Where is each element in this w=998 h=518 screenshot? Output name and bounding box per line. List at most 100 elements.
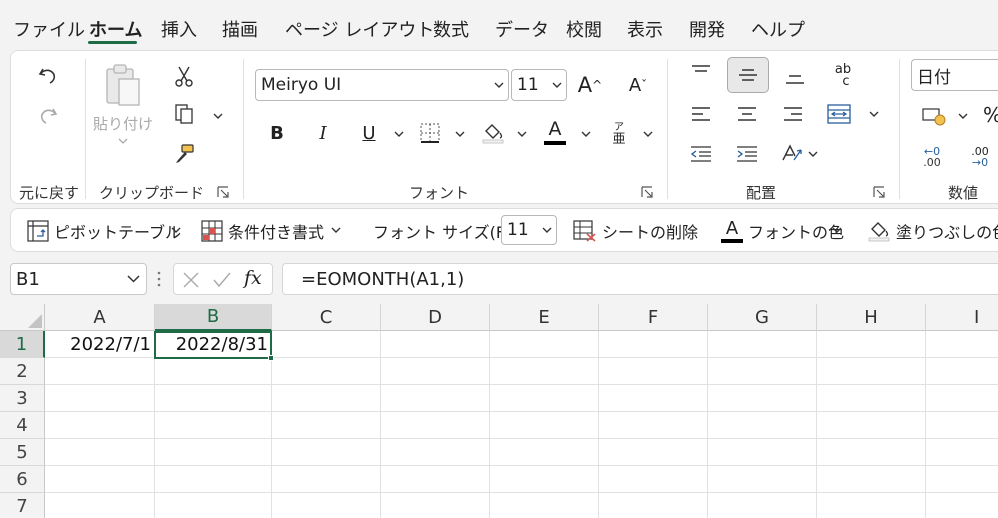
tab-formulas[interactable]: 数式 bbox=[433, 16, 469, 42]
cell-i7[interactable] bbox=[926, 493, 998, 518]
cell-g5[interactable] bbox=[708, 439, 817, 466]
align-left-button[interactable] bbox=[685, 101, 717, 127]
cell-h6[interactable] bbox=[817, 466, 926, 493]
font-color-dropdown-icon[interactable] bbox=[581, 131, 591, 138]
decrease-indent-button[interactable] bbox=[685, 141, 717, 167]
italic-button[interactable]: I bbox=[311, 119, 335, 147]
cell-g4[interactable] bbox=[708, 412, 817, 439]
grow-font-button[interactable]: A ^ bbox=[575, 69, 605, 101]
cell-i2[interactable] bbox=[926, 358, 998, 385]
underline-dropdown-icon[interactable] bbox=[394, 131, 404, 138]
pivot-table-dropdown-icon[interactable] bbox=[171, 227, 181, 234]
cell-f4[interactable] bbox=[599, 412, 708, 439]
phonetic-dropdown-icon[interactable] bbox=[643, 131, 653, 138]
cell-e6[interactable] bbox=[490, 466, 599, 493]
cell-i6[interactable] bbox=[926, 466, 998, 493]
cell-f2[interactable] bbox=[599, 358, 708, 385]
cell-a1[interactable]: 2022/7/1 bbox=[45, 331, 155, 358]
column-header-i[interactable]: I bbox=[926, 304, 998, 331]
cell-d1[interactable] bbox=[381, 331, 490, 358]
cell-f3[interactable] bbox=[599, 385, 708, 412]
cell-c4[interactable] bbox=[272, 412, 381, 439]
accounting-format-button[interactable] bbox=[919, 103, 949, 129]
merge-center-button[interactable] bbox=[823, 99, 855, 129]
font-size-select[interactable]: 11 bbox=[511, 69, 567, 101]
row-header-6[interactable]: 6 bbox=[0, 466, 45, 493]
column-header-a[interactable]: A bbox=[45, 304, 155, 331]
row-header-7[interactable]: 7 bbox=[0, 493, 45, 518]
cell-d3[interactable] bbox=[381, 385, 490, 412]
shrink-font-button[interactable]: Aˇ bbox=[623, 69, 653, 101]
row-header-3[interactable]: 3 bbox=[0, 385, 45, 412]
dialog-launcher-icon[interactable] bbox=[641, 186, 653, 198]
align-top-button[interactable] bbox=[685, 59, 717, 85]
merge-dropdown-icon[interactable] bbox=[869, 111, 879, 118]
copy-dropdown-icon[interactable] bbox=[213, 113, 223, 120]
accounting-dropdown-icon[interactable] bbox=[958, 113, 968, 120]
cell-g2[interactable] bbox=[708, 358, 817, 385]
cell-h5[interactable] bbox=[817, 439, 926, 466]
cell-c1[interactable] bbox=[272, 331, 381, 358]
cell-i1[interactable] bbox=[926, 331, 998, 358]
format-painter-button[interactable] bbox=[171, 141, 197, 167]
underline-button[interactable]: U bbox=[357, 119, 381, 147]
cell-d7[interactable] bbox=[381, 493, 490, 518]
increase-indent-button[interactable] bbox=[731, 141, 763, 167]
quick-font-color-button[interactable]: A フォントの色 bbox=[721, 209, 844, 253]
tab-file[interactable]: ファイル bbox=[13, 16, 85, 42]
row-header-1[interactable]: 1 bbox=[0, 331, 45, 358]
cell-e1[interactable] bbox=[490, 331, 599, 358]
cell-g1[interactable] bbox=[708, 331, 817, 358]
column-header-b[interactable]: B bbox=[155, 304, 272, 331]
tab-developer[interactable]: 開発 bbox=[689, 16, 725, 42]
cut-button[interactable] bbox=[171, 63, 197, 89]
cell-b1[interactable]: 2022/8/31 bbox=[155, 331, 272, 358]
align-right-button[interactable] bbox=[777, 101, 809, 127]
column-header-e[interactable]: E bbox=[490, 304, 599, 331]
insert-function-icon[interactable]: fx bbox=[244, 267, 262, 289]
cell-a6[interactable] bbox=[45, 466, 155, 493]
tab-draw[interactable]: 描画 bbox=[222, 16, 258, 42]
column-header-c[interactable]: C bbox=[272, 304, 381, 331]
pivot-table-button[interactable]: ピボットテーブル bbox=[27, 209, 181, 253]
cell-a2[interactable] bbox=[45, 358, 155, 385]
cancel-icon[interactable] bbox=[182, 271, 200, 289]
cell-g3[interactable] bbox=[708, 385, 817, 412]
align-bottom-button[interactable] bbox=[779, 65, 811, 91]
font-color-button[interactable]: A bbox=[541, 117, 569, 147]
copy-button[interactable] bbox=[171, 101, 197, 127]
increase-decimal-button[interactable]: ←0 .00 bbox=[917, 143, 947, 171]
cell-f1[interactable] bbox=[599, 331, 708, 358]
cell-e7[interactable] bbox=[490, 493, 599, 518]
row-header-4[interactable]: 4 bbox=[0, 412, 45, 439]
cell-e5[interactable] bbox=[490, 439, 599, 466]
font-name-select[interactable]: Meiryo UI bbox=[255, 69, 509, 101]
formula-input[interactable]: =EOMONTH(A1,1) bbox=[282, 263, 998, 295]
quick-font-size-select[interactable]: 11 bbox=[501, 215, 557, 245]
fill-color-dropdown-icon[interactable] bbox=[517, 131, 527, 138]
cell-b2[interactable] bbox=[155, 358, 272, 385]
percent-style-button[interactable]: % bbox=[983, 101, 998, 129]
cell-e2[interactable] bbox=[490, 358, 599, 385]
cell-c7[interactable] bbox=[272, 493, 381, 518]
cell-f6[interactable] bbox=[599, 466, 708, 493]
cell-f5[interactable] bbox=[599, 439, 708, 466]
align-middle-button[interactable] bbox=[727, 57, 769, 93]
cell-i4[interactable] bbox=[926, 412, 998, 439]
phonetic-guide-button[interactable]: ア 亜 bbox=[607, 119, 631, 149]
row-header-5[interactable]: 5 bbox=[0, 439, 45, 466]
redo-button[interactable] bbox=[33, 101, 63, 131]
tab-review[interactable]: 校閲 bbox=[566, 16, 602, 42]
cell-b6[interactable] bbox=[155, 466, 272, 493]
cell-h2[interactable] bbox=[817, 358, 926, 385]
cell-f7[interactable] bbox=[599, 493, 708, 518]
cell-a3[interactable] bbox=[45, 385, 155, 412]
name-box[interactable]: B1 bbox=[10, 263, 147, 295]
row-header-2[interactable]: 2 bbox=[0, 358, 45, 385]
cell-d6[interactable] bbox=[381, 466, 490, 493]
cell-c5[interactable] bbox=[272, 439, 381, 466]
cell-a7[interactable] bbox=[45, 493, 155, 518]
cell-c6[interactable] bbox=[272, 466, 381, 493]
cell-g7[interactable] bbox=[708, 493, 817, 518]
more-options-icon[interactable] bbox=[157, 271, 161, 287]
